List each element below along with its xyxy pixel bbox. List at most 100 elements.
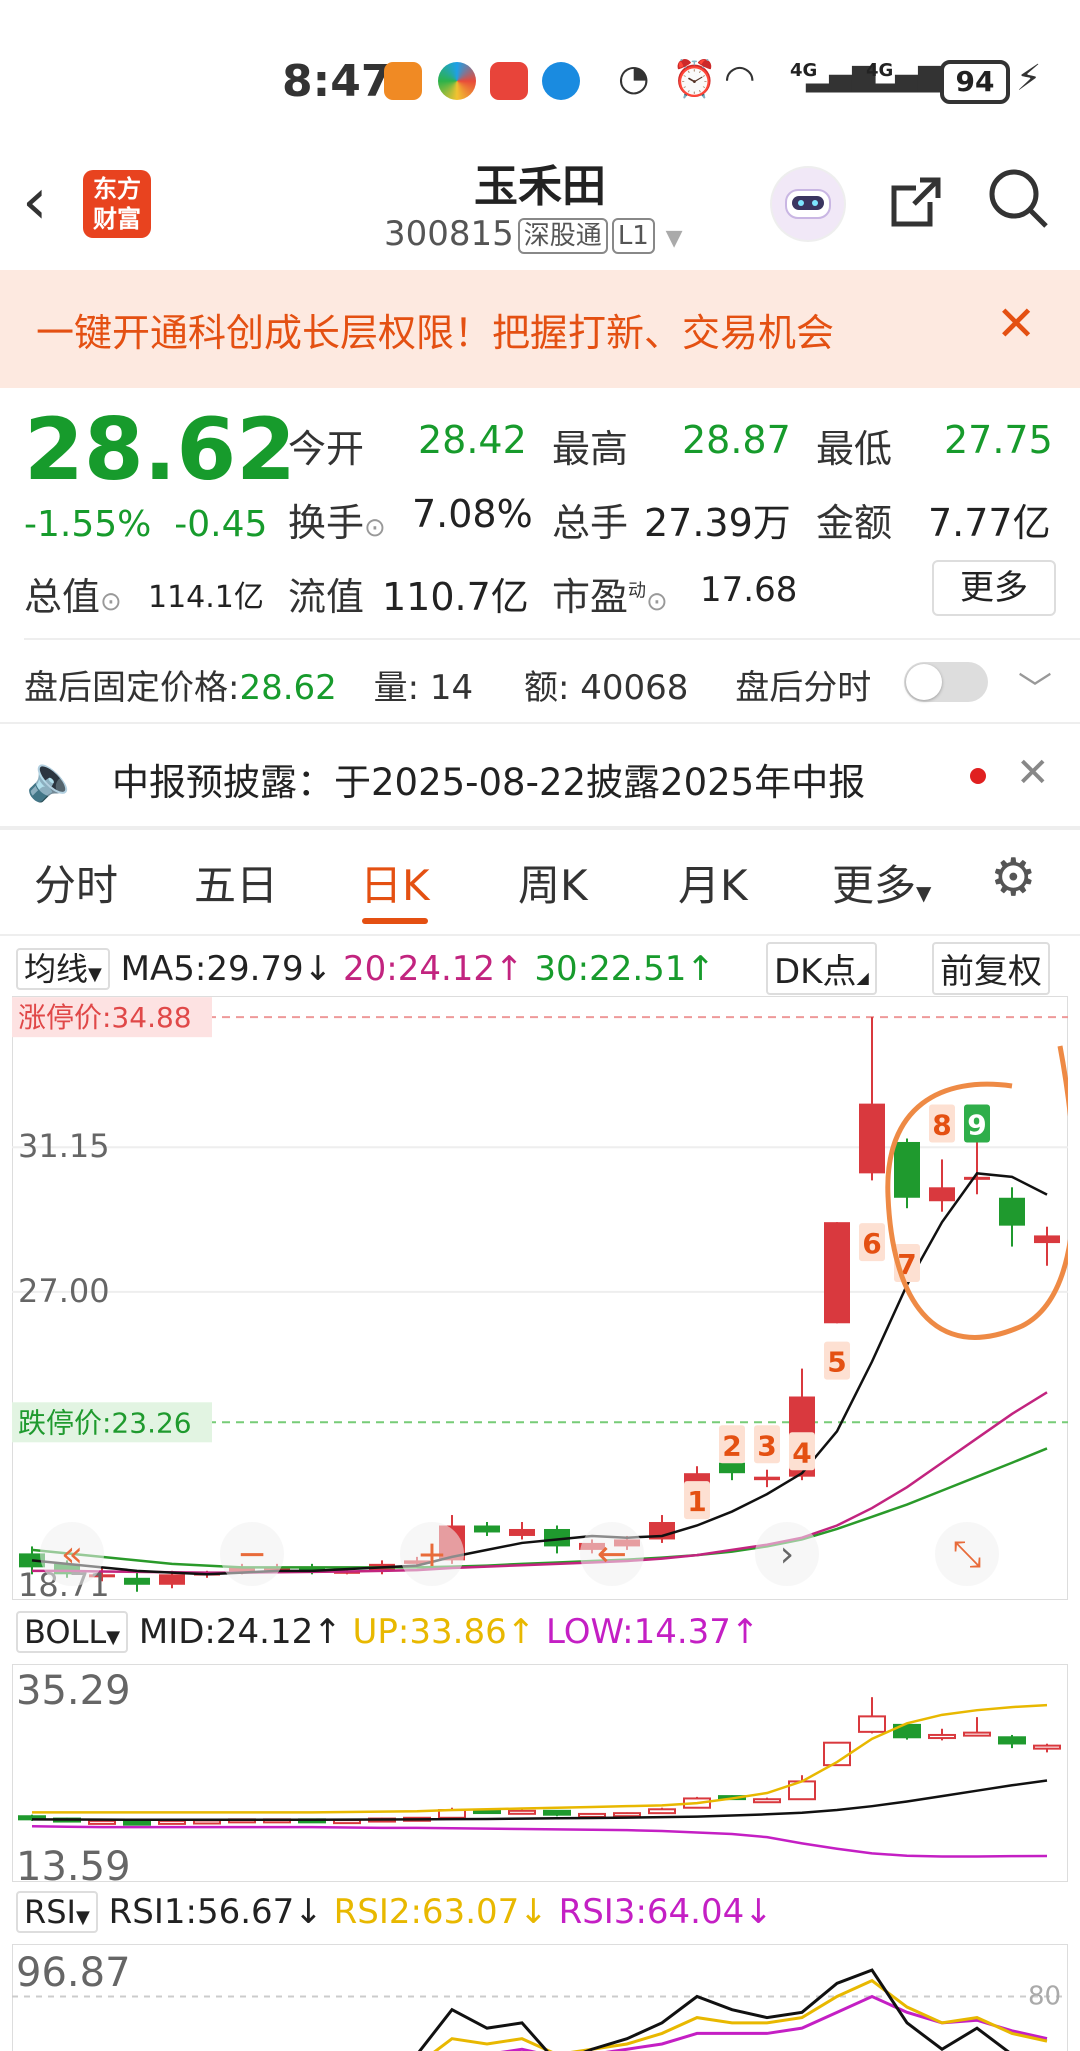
divider [0, 934, 1080, 936]
gear-icon[interactable]: ⚙ [990, 848, 1037, 908]
turnover-value: 7.08% [412, 492, 533, 536]
info-icon[interactable]: ⊙ [100, 587, 122, 617]
indicator-selector-label: RSI [24, 1893, 76, 1931]
tab-intraday[interactable]: 分时 [34, 852, 118, 913]
close-icon[interactable]: ✕ [996, 296, 1036, 352]
signal-icon: ▂▄▆ [806, 58, 876, 93]
indicator-selector[interactable]: 均线▼ [16, 948, 110, 990]
dropdown-icon: ▼ [75, 1907, 90, 1928]
open-label: 今开 [288, 427, 365, 471]
after-hours-amt-label: 额: [523, 668, 570, 708]
indicator-selector-label: BOLL [24, 1613, 107, 1651]
after-hours-vol: 14 [429, 668, 474, 708]
count-label: 6 [862, 1227, 881, 1260]
kline-chart[interactable]: 123456789涨停价:34.8831.1527.00跌停价:23.2618.… [12, 996, 1068, 1600]
change-amount: -0.45 [174, 504, 268, 545]
speaker-icon: 🔈 [26, 753, 81, 804]
y-tick-label: 35.29 [16, 1668, 131, 1714]
dropdown-icon: ▼ [916, 881, 932, 905]
candle-body [1033, 1744, 1061, 1750]
chart-frame [12, 1664, 1068, 1882]
app-notification-icon [384, 62, 422, 100]
turnover-label: 换手⊙ [288, 492, 386, 547]
dk-point-label: DK点 [774, 952, 857, 992]
search-icon[interactable] [986, 166, 1050, 245]
candle-body [508, 1809, 536, 1815]
adjust-button[interactable]: 前复权 [932, 942, 1050, 995]
candle-body [964, 1176, 990, 1180]
candle-body [123, 1820, 151, 1826]
info-icon[interactable]: ⊙ [364, 513, 386, 543]
chart-nav-icon: + [417, 1534, 447, 1575]
more-button[interactable]: 更多 [932, 560, 1056, 616]
chart-nav-icon: ⤡ [953, 1534, 982, 1575]
huawei-notification-icon [490, 62, 528, 100]
ma5-value: MA5:29.79↓ [120, 949, 333, 989]
notice-text[interactable]: 中报预披露：于2025-08-22披露2025年中报 [112, 752, 865, 806]
boll-row: BOLL▼ MID:24.12↑ UP:33.86↑ LOW:14.37↑ [16, 1611, 760, 1653]
current-price: 28.62 [24, 400, 297, 500]
info-icon[interactable]: ⊙ [646, 587, 668, 617]
candle-body [894, 1141, 920, 1198]
indicator-selector[interactable]: BOLL▼ [16, 1611, 129, 1653]
boll-chart[interactable]: 35.29 13.59 [12, 1664, 1068, 1882]
ma30-value: 30:22.51↑ [534, 949, 715, 989]
pe-value: 17.68 [700, 570, 798, 610]
candle-body [648, 1808, 676, 1815]
candle-body [158, 1819, 186, 1825]
limit-up-label: 涨停价:34.88 [18, 1001, 192, 1034]
count-label: 8 [932, 1109, 951, 1142]
status-bar: 8:47 ◔ ⏰ ◠ 4G ▂▄▆ 4G ▂▄▆ 94 ⚡ [0, 0, 1080, 150]
count-label: 4 [792, 1436, 811, 1469]
wifi-icon: ◠ [724, 58, 756, 99]
y-tick-label: 96.87 [16, 1950, 131, 1996]
candle-body [928, 1733, 956, 1740]
candle-body [543, 1809, 571, 1816]
close-icon[interactable]: ✕ [1016, 750, 1050, 796]
boll-low: LOW:14.37↑ [546, 1612, 760, 1652]
rsi-row: RSI▼ RSI1:56.67↓ RSI2:63.07↓ RSI3:64.04↓ [16, 1891, 773, 1933]
chart-nav-icon: − [237, 1534, 267, 1575]
indicator-selector[interactable]: RSI▼ [16, 1891, 98, 1933]
candle-body [963, 1731, 991, 1737]
tab-monthly-k[interactable]: 月K [678, 852, 748, 913]
low-value: 27.75 [944, 418, 1053, 462]
pe-label: 市盈动⊙ [552, 566, 668, 621]
after-hours-amt: 40068 [580, 668, 689, 708]
chevron-down-icon[interactable]: ﹀ [1018, 662, 1052, 711]
ai-assistant-icon[interactable] [770, 166, 846, 242]
alarm-icon: ⏰ [672, 59, 717, 100]
corner-icon: ◢ [856, 968, 869, 987]
candle-body [719, 1462, 745, 1474]
float-label: 流值 [288, 575, 365, 619]
y-tick-label: 27.00 [18, 1272, 110, 1310]
charging-icon: ⚡ [1016, 58, 1042, 99]
candle-body [858, 1715, 886, 1733]
y-tick-label: 31.15 [18, 1127, 110, 1165]
share-icon[interactable] [886, 172, 946, 246]
tab-daily-k[interactable]: 日K [360, 852, 430, 913]
tab-more[interactable]: 更多▼ [832, 852, 931, 913]
status-time: 8:47 [282, 56, 392, 107]
dropdown-icon: ▼ [88, 964, 102, 985]
after-hours-toggle[interactable] [904, 662, 988, 702]
tab-five-day[interactable]: 五日 [194, 852, 278, 913]
pe-label-text: 市盈 [552, 575, 629, 619]
candle-body [509, 1528, 535, 1536]
mktcap-value: 114.1亿 [148, 580, 264, 615]
candle-body [613, 1812, 641, 1818]
after-hours-price: 28.62 [239, 668, 337, 708]
dk-point-button[interactable]: DK点◢ [766, 942, 877, 995]
candle-body [998, 1736, 1026, 1745]
app-notification-icon [438, 62, 476, 100]
stock-code-row[interactable]: 300815 深股通 L1 ▼ [384, 214, 683, 254]
volume-value: 27.39万 [644, 501, 791, 545]
promo-banner-text[interactable]: 一键开通科创成长层权限！把握打新、交易机会 [36, 302, 834, 357]
candle-body [754, 1476, 780, 1481]
tab-weekly-k[interactable]: 周K [518, 852, 588, 913]
divider [0, 826, 1080, 830]
rsi-chart[interactable]: 96.87 80 [12, 1944, 1068, 2051]
limit-down-label: 跌停价:23.26 [18, 1406, 192, 1439]
after-hours-label: 盘后固定价格: [24, 668, 240, 708]
after-hours-vol-label: 量: [373, 668, 420, 708]
